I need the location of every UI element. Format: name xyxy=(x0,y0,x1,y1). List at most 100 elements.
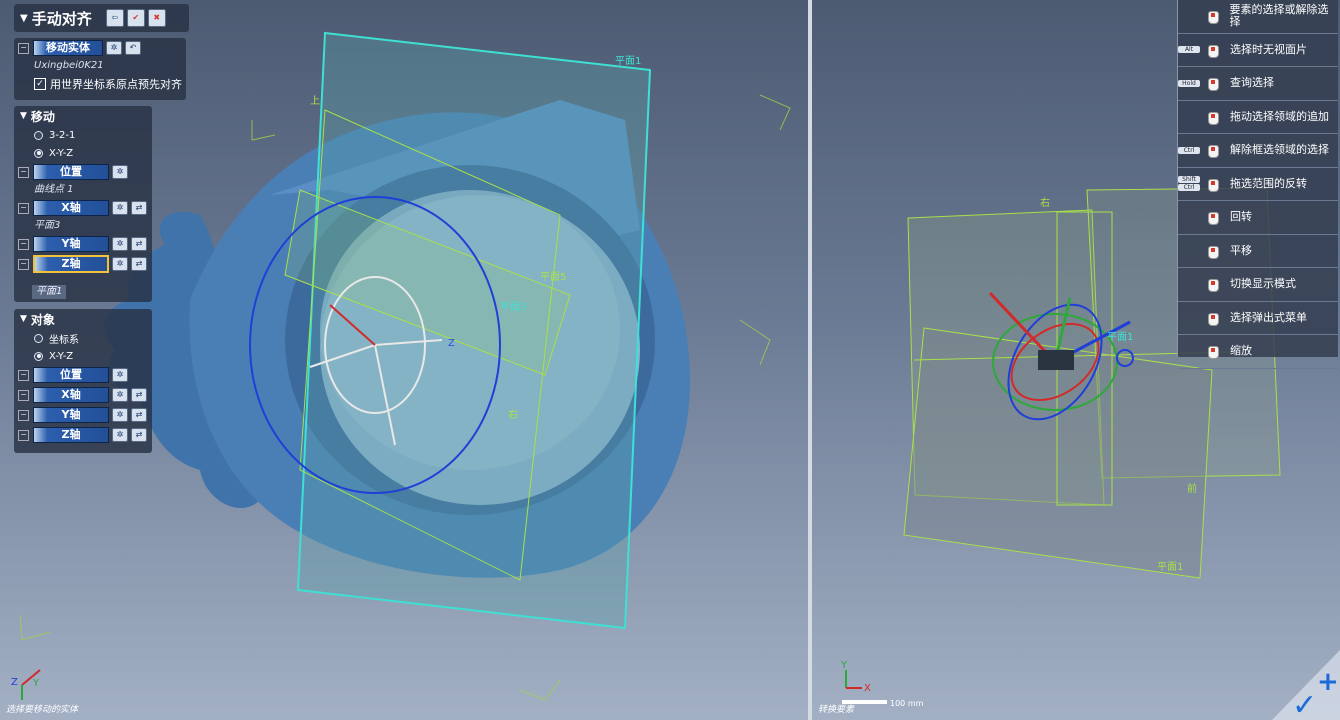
flip-arrows-icon[interactable]: ⇄ xyxy=(131,257,147,271)
object-y-axis-row: − Y轴 ✲ ⇄ xyxy=(14,405,152,425)
confirm-check-icon[interactable]: ✓ xyxy=(1292,688,1317,720)
object-section-header[interactable]: ▼ 对象 xyxy=(14,309,152,329)
move-entity-button[interactable]: 移动实体 xyxy=(33,40,103,56)
right-label-plane1: 平面1 xyxy=(1107,332,1133,343)
back-icon[interactable]: ⇦ xyxy=(105,9,124,27)
move-entity-row: − 移动实体 ✲ ↶ xyxy=(14,38,186,58)
menu-item[interactable]: Shift Ctrl 拖选范围的反转 xyxy=(1178,168,1338,201)
mouse-operation-menu: 要素的选择或解除选择 Alt 选择时无视面片 Hold 查询选择拖动选择领域的追加 Ctr… xyxy=(1177,0,1338,369)
settings-gear-icon[interactable]: ✲ xyxy=(112,237,128,251)
svg-text:X: X xyxy=(864,683,871,694)
ok-check-icon[interactable]: ✔ xyxy=(126,9,145,27)
settings-gear-icon[interactable]: ✲ xyxy=(112,201,128,215)
menu-item-label: 要素的选择或解除选择 xyxy=(1229,3,1329,29)
modifier-key: Alt xyxy=(1178,46,1200,54)
mouse-icon xyxy=(1206,310,1220,326)
settings-gear-icon[interactable]: ✲ xyxy=(112,428,128,442)
x-axis-button[interactable]: X轴 xyxy=(33,200,109,216)
settings-gear-icon[interactable]: ✲ xyxy=(112,408,128,422)
label-axis-z: Z xyxy=(448,338,455,349)
flip-arrows-icon[interactable]: ⇄ xyxy=(131,428,147,442)
object-x-axis-row: − X轴 ✲ ⇄ xyxy=(14,385,152,405)
flip-arrows-icon[interactable]: ⇄ xyxy=(131,237,147,251)
panel-title: 手动对齐 xyxy=(31,9,92,28)
modifier-key-badge: Hold xyxy=(1178,79,1200,88)
menu-item-label: 缩放 xyxy=(1230,344,1252,358)
radio-object-x-y-z[interactable]: X-Y-Z xyxy=(14,347,152,365)
mouse-icon xyxy=(1206,276,1220,293)
mouse-icon xyxy=(1206,8,1220,25)
settings-gear-icon[interactable]: ✲ xyxy=(112,368,128,382)
right-status-text: 转换要素 xyxy=(818,705,855,715)
menu-item[interactable]: Alt 选择时无视面片 xyxy=(1178,34,1338,67)
menu-item[interactable]: 平移 xyxy=(1178,235,1338,268)
menu-item[interactable]: 缩放 xyxy=(1178,335,1338,369)
modifier-key-badge: Ctrl xyxy=(1178,146,1200,155)
radio-x-y-z[interactable]: X-Y-Z xyxy=(14,144,152,162)
left-3d-viewport[interactable]: 平面1 平面3 平面5 上 右 Z Z Y ▼ 手动对齐 ⇦ ✔ ✖ − 移动实… xyxy=(0,0,808,720)
undo-arrow-icon[interactable]: ↶ xyxy=(125,41,141,55)
radio-3-2-1[interactable]: 3-2-1 xyxy=(14,126,152,144)
menu-item-label: 切换显示模式 xyxy=(1230,277,1296,291)
move-section-header[interactable]: ▼ 移动 xyxy=(14,106,152,126)
label-top: 上 xyxy=(310,95,320,107)
modifier-key: Hold xyxy=(1178,79,1200,87)
settings-gear-icon[interactable]: ✲ xyxy=(112,257,128,271)
menu-item[interactable]: Hold 查询选择 xyxy=(1178,67,1338,101)
cancel-x-icon[interactable]: ✖ xyxy=(147,9,166,27)
mouse-icon xyxy=(1206,209,1220,226)
menu-item[interactable]: 回转 xyxy=(1178,201,1338,235)
menu-item-label: 拖动选择领域的追加 xyxy=(1230,109,1329,123)
settings-gear-icon[interactable]: ✲ xyxy=(106,41,122,55)
menu-item[interactable]: 要素的选择或解除选择 xyxy=(1178,0,1338,34)
modifier-key-badge: Shift Ctrl xyxy=(1178,175,1200,192)
menu-item[interactable]: 选择弹出式菜单 xyxy=(1178,302,1338,335)
object-z-axis-button[interactable]: Z轴 xyxy=(33,427,109,443)
object-z-axis-row: − Z轴 ✲ ⇄ xyxy=(14,425,152,445)
right-label-right: 右 xyxy=(1040,196,1050,209)
svg-text:Y: Y xyxy=(32,678,40,689)
y-axis-button[interactable]: Y轴 xyxy=(33,236,109,252)
object-x-axis-button[interactable]: X轴 xyxy=(33,387,109,403)
entity-group: − 移动实体 ✲ ↶ Uxingbei0K21 ✓ 用世界坐标系原点预先对齐 xyxy=(14,38,186,100)
flip-arrows-icon[interactable]: ⇄ xyxy=(131,408,147,422)
position-button[interactable]: 位置 xyxy=(33,164,109,180)
settings-gear-icon[interactable]: ✲ xyxy=(112,165,128,179)
label-right: 右 xyxy=(508,408,518,421)
menu-item-label: 解除框选领域的选择 xyxy=(1230,143,1329,157)
position-row: − 位置 ✲ xyxy=(14,162,152,182)
menu-item-label: 查询选择 xyxy=(1230,76,1274,90)
x-axis-row: − X轴 ✲ ⇄ xyxy=(14,198,152,218)
settings-gear-icon[interactable]: ✲ xyxy=(112,388,128,402)
title-bar: ▼ 手动对齐 ⇦ ✔ ✖ xyxy=(14,4,189,32)
menu-item[interactable]: 切换显示模式 xyxy=(1178,268,1338,302)
label-plane5: 平面5 xyxy=(540,272,566,283)
object-position-button[interactable]: 位置 xyxy=(33,367,109,383)
right-label-plane1-small: 平面1 xyxy=(1157,562,1183,573)
label-plane1: 平面1 xyxy=(615,56,641,67)
mouse-icon xyxy=(1206,42,1220,58)
flip-arrows-icon[interactable]: ⇄ xyxy=(131,388,147,402)
object-y-axis-button[interactable]: Y轴 xyxy=(33,407,109,423)
z-axis-button[interactable]: Z轴 xyxy=(33,255,109,273)
world-coord-label: 用世界坐标系原点预先对齐 xyxy=(50,78,182,91)
modifier-key: Shift xyxy=(1178,176,1200,184)
modifier-key: Ctrl xyxy=(1178,146,1200,154)
radio-coordinate-system[interactable]: 坐标系 xyxy=(14,329,152,347)
y-axis-row: − Y轴 ✲ ⇄ xyxy=(14,234,152,254)
flip-arrows-icon[interactable]: ⇄ xyxy=(131,201,147,215)
menu-item[interactable]: Ctrl 解除框选领域的选择 xyxy=(1178,134,1338,168)
modifier-key: Ctrl xyxy=(1178,184,1200,192)
menu-item[interactable]: 拖动选择领域的追加 xyxy=(1178,101,1338,134)
add-plus-icon[interactable]: + xyxy=(1317,667,1339,697)
collapse-minus-icon[interactable]: − xyxy=(18,42,29,54)
right-model-mini[interactable] xyxy=(1038,350,1074,370)
z-axis-row: − Z轴 ✲ ⇄ xyxy=(14,254,152,274)
left-status-text: 选择要移动的实体 xyxy=(6,705,79,715)
world-coord-checkbox[interactable]: ✓ xyxy=(34,78,46,90)
modifier-key-badge: Alt xyxy=(1178,45,1200,54)
object-section: ▼ 对象 坐标系 X-Y-Z − 位置 ✲ − X轴 ✲ ⇄ − Y轴 ✲ ⇄ −… xyxy=(14,309,152,453)
svg-text:Y: Y xyxy=(840,660,848,671)
mouse-icon xyxy=(1206,142,1220,159)
corner-axes-right: Y X xyxy=(840,660,871,694)
